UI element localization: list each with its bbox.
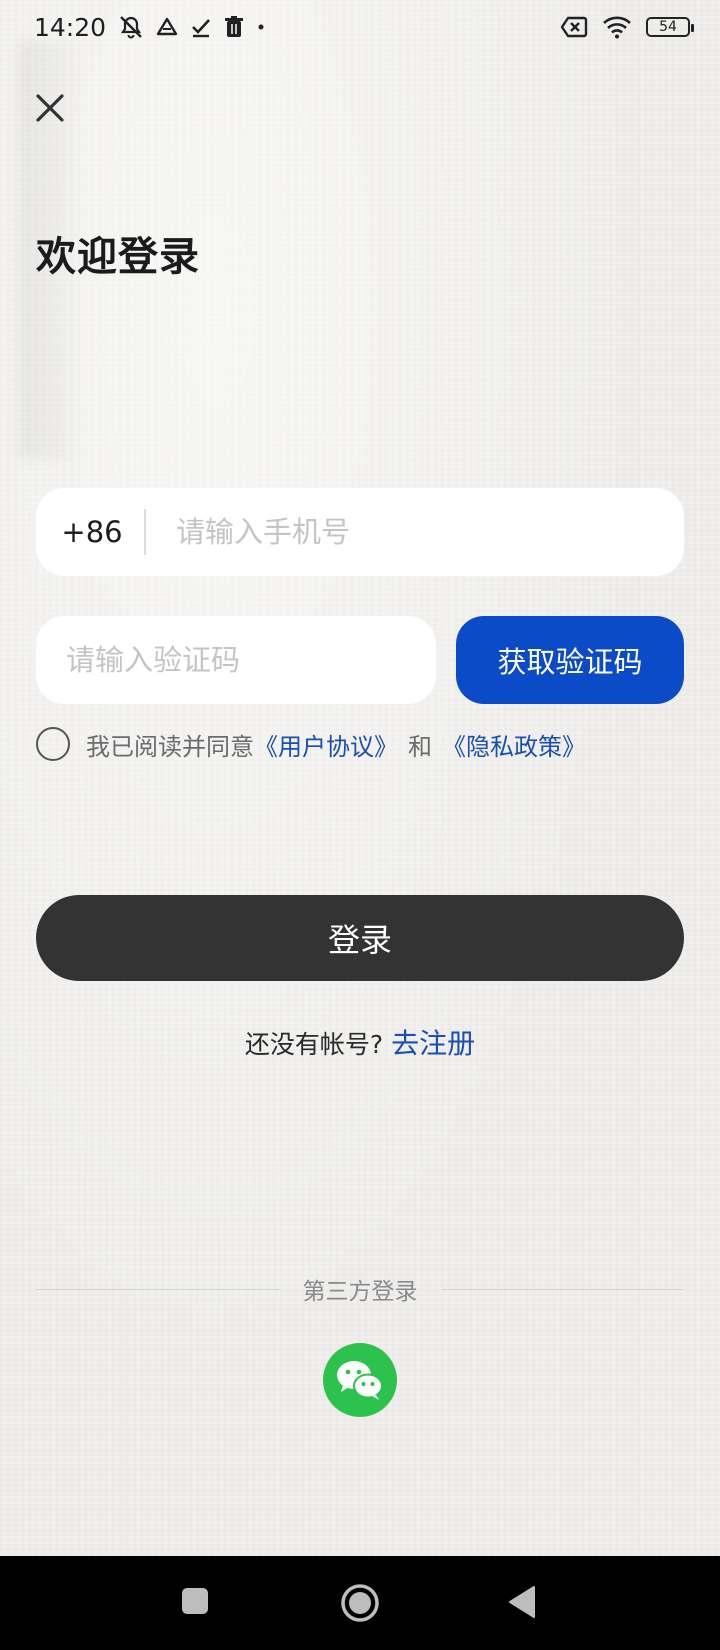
third-party-divider: 第三方登录 [36,1272,684,1306]
third-party-label: 第三方登录 [302,1279,418,1305]
back-button[interactable] [506,1585,538,1619]
country-code-selector[interactable]: +86 [36,515,144,549]
register-row: 还没有帐号? 去注册 [0,1022,720,1062]
square-icon [182,1588,208,1614]
drive-icon [156,16,178,38]
status-bar: 14:20 54 [0,0,720,54]
verification-code-field [36,616,436,704]
register-prompt: 还没有帐号? [244,1030,384,1059]
battery-icon: 54 [646,17,694,37]
divider-line-right [441,1288,684,1290]
battery-level: 54 [659,19,677,35]
recent-apps-button[interactable] [180,1586,210,1616]
back-triangle-icon [509,1586,535,1618]
circle-icon [341,1584,379,1622]
privacy-policy-link[interactable]: 《隐私政策》 [442,727,586,762]
status-left: 14:20 [34,13,266,42]
dot-icon [256,22,266,32]
agreement-checkbox[interactable] [36,727,70,761]
check-icon [190,16,212,38]
login-button[interactable]: 登录 [36,895,684,981]
verification-code-input[interactable] [66,643,406,677]
phone-input[interactable] [176,515,636,549]
trash-icon [224,16,244,38]
close-icon [36,94,64,122]
status-right: 54 [560,15,694,39]
agreement-row: 我已阅读并同意 《用户协议》 和 《隐私政策》 [36,726,586,762]
divider-line-left [36,1288,279,1290]
register-link[interactable]: 去注册 [391,1027,475,1060]
navigation-bar [0,1556,720,1650]
home-button[interactable] [340,1583,380,1623]
page-title: 欢迎登录 [36,234,200,280]
no-sim-icon [560,16,588,38]
agreement-and: 和 [408,732,432,761]
bell-off-icon [118,14,144,40]
wifi-icon [602,15,632,39]
wechat-login-button[interactable] [323,1343,397,1417]
wechat-icon [337,1361,383,1400]
phone-field: +86 [36,488,684,576]
close-button[interactable] [30,88,70,128]
agreement-prefix: 我已阅读并同意 [86,732,254,761]
user-agreement-link[interactable]: 《用户协议》 [254,727,398,762]
get-code-button[interactable]: 获取验证码 [456,616,684,704]
status-time: 14:20 [34,12,107,42]
field-divider [144,509,146,555]
